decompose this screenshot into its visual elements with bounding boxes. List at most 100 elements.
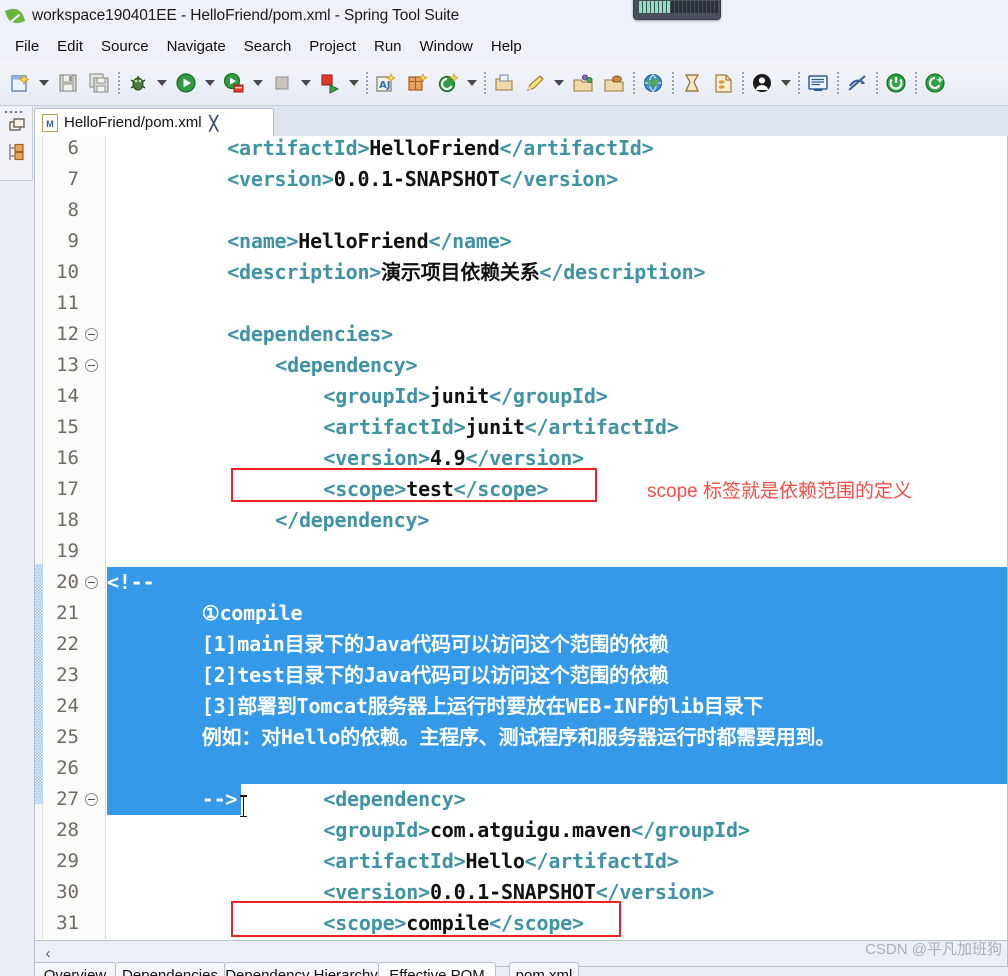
line-number: 28 xyxy=(56,819,79,841)
svg-text:AJ: AJ xyxy=(379,80,390,91)
form-tab-overview[interactable]: Overview xyxy=(34,962,116,976)
toolbar-separator xyxy=(630,68,637,98)
menu-item-navigate[interactable]: Navigate xyxy=(158,36,235,57)
chevron-down-icon[interactable] xyxy=(298,68,314,98)
new-java-project-icon[interactable]: AJ xyxy=(371,68,401,98)
console-icon[interactable] xyxy=(803,68,833,98)
line-number: 8 xyxy=(67,199,79,221)
toolbar-separator xyxy=(669,68,676,98)
form-tab-dependencies[interactable]: Dependencies xyxy=(115,962,225,976)
cpu-meter-widget[interactable] xyxy=(633,0,721,20)
form-tab-effective-pom[interactable]: Effective POM xyxy=(378,962,496,976)
hide-icon[interactable] xyxy=(842,68,872,98)
menu-item-help[interactable]: Help xyxy=(482,36,531,57)
run-server-icon[interactable] xyxy=(219,68,249,98)
run-external-tools-icon[interactable] xyxy=(315,68,345,98)
line-number: 10 xyxy=(56,261,79,283)
line-number: 24 xyxy=(56,695,79,717)
chevron-down-icon[interactable] xyxy=(778,68,794,98)
drag-handle-dots[interactable] xyxy=(0,106,32,113)
quick-fix-icon[interactable] xyxy=(520,68,550,98)
selected-comment-line: [2]test目录下的Java代码可以访问这个范围的依赖 xyxy=(107,663,669,687)
selected-line-background xyxy=(107,753,1007,784)
fold-collapse-icon[interactable] xyxy=(84,784,99,815)
fold-collapse-icon[interactable] xyxy=(84,350,99,381)
chevron-down-icon[interactable] xyxy=(36,68,52,98)
csdn-watermark: CSDN @平凡加班狗 xyxy=(865,941,1002,958)
xml-tag: </version> xyxy=(499,167,619,191)
power-icon[interactable] xyxy=(881,68,911,98)
terminal-icon[interactable] xyxy=(677,68,707,98)
selected-comment-line: 例如：对Hello的依赖。主程序、测试程序和服务器运行时都需要用到。 xyxy=(107,725,836,749)
line-number: 18 xyxy=(56,509,79,531)
snippet-icon[interactable] xyxy=(708,68,738,98)
debug-bug-icon[interactable] xyxy=(123,68,153,98)
open-folder-icon[interactable] xyxy=(599,68,629,98)
xml-text-value: com.atguigu.maven xyxy=(429,818,632,842)
xml-tag: </groupId> xyxy=(489,384,608,408)
chevron-down-icon[interactable] xyxy=(551,68,567,98)
chevron-down-icon[interactable] xyxy=(250,68,266,98)
toolbar-separator xyxy=(115,68,122,98)
menu-item-source[interactable]: Source xyxy=(92,36,158,57)
stop-icon[interactable] xyxy=(267,68,297,98)
save-all-icon[interactable] xyxy=(84,68,114,98)
code-line: <scope>compile</scope> xyxy=(323,908,584,939)
form-tab-dependency-hierarchy[interactable]: Dependency Hierarchy xyxy=(224,962,379,976)
xml-tag: </description> xyxy=(539,260,706,284)
menu-bar: File Edit Source Navigate Search Project Run Wi… xyxy=(0,32,1008,60)
chevron-down-icon[interactable] xyxy=(154,68,170,98)
close-icon[interactable]: ╳ xyxy=(210,116,218,130)
form-tab-pom-xml[interactable]: pom.xml xyxy=(509,962,579,976)
toolbar-separator xyxy=(795,68,802,98)
code-line: <groupId>com.atguigu.maven</groupId> xyxy=(323,815,750,846)
xml-tag: </name> xyxy=(428,229,512,253)
spring-tool-suite-window: workspace190401EE - HelloFriend/pom.xml … xyxy=(0,0,1008,976)
xml-source-editor[interactable]: 6 7 8 9 10 11 12 13 14 15 16 17 18 19 20 21 22 23 24 25 26 27… xyxy=(34,136,1008,941)
run-icon[interactable] xyxy=(171,68,201,98)
xml-tag: <dependency> xyxy=(275,353,418,377)
refresh-icon[interactable] xyxy=(920,68,950,98)
xml-tag: </scope> xyxy=(453,477,549,501)
save-icon[interactable] xyxy=(53,68,83,98)
xml-tag: </version> xyxy=(465,446,584,470)
meter-bars xyxy=(639,1,718,13)
xml-tag: </artifactId> xyxy=(499,136,654,160)
xml-text-value: test xyxy=(406,477,454,501)
open-type-icon[interactable] xyxy=(489,68,519,98)
open-resource-icon[interactable] xyxy=(568,68,598,98)
user-account-icon[interactable] xyxy=(747,68,777,98)
new-package-icon[interactable] xyxy=(402,68,432,98)
xml-tag: <groupId> xyxy=(323,818,430,842)
new-wizard-icon[interactable] xyxy=(5,68,35,98)
toolbar-separator xyxy=(912,68,919,98)
code-text-area[interactable]: <artifactId>HelloFriend</artifactId> <ver… xyxy=(107,136,1007,939)
new-class-icon[interactable] xyxy=(433,68,463,98)
xml-tag: <name> xyxy=(227,229,299,253)
line-number-gutter: 6 7 8 9 10 11 12 13 14 15 16 17 18 19 20 21 22 23 24 25 26 27… xyxy=(44,136,106,939)
menu-item-edit[interactable]: Edit xyxy=(48,36,92,57)
menu-item-window[interactable]: Window xyxy=(411,36,482,57)
main-toolbar: AJ xyxy=(0,60,1008,106)
selection-overview-ruler[interactable] xyxy=(35,136,43,939)
menu-item-project[interactable]: Project xyxy=(300,36,365,57)
web-browser-icon[interactable] xyxy=(638,68,668,98)
menu-item-search[interactable]: Search xyxy=(235,36,301,57)
line-number: 25 xyxy=(56,726,79,748)
xml-tag: <artifactId> xyxy=(323,849,466,873)
fold-collapse-icon[interactable] xyxy=(84,567,99,598)
chevron-down-icon[interactable] xyxy=(202,68,218,98)
selected-line-background xyxy=(107,567,1007,598)
fold-collapse-icon[interactable] xyxy=(84,319,99,350)
chevron-down-icon[interactable] xyxy=(346,68,362,98)
chevron-down-icon[interactable] xyxy=(464,68,480,98)
xml-tag: <dependency> xyxy=(323,787,466,811)
menu-item-file[interactable]: File xyxy=(6,36,48,57)
menu-item-run[interactable]: Run xyxy=(365,36,411,57)
editor-tab-label: HelloFriend/pom.xml xyxy=(64,114,202,131)
editor-tab-pom-xml[interactable]: M HelloFriend/pom.xml ╳ xyxy=(34,108,274,136)
restore-view-icon[interactable] xyxy=(0,113,33,139)
outline-hierarchy-icon[interactable] xyxy=(0,139,33,165)
xml-tag: <scope> xyxy=(323,477,407,501)
line-number: 23 xyxy=(56,664,79,686)
